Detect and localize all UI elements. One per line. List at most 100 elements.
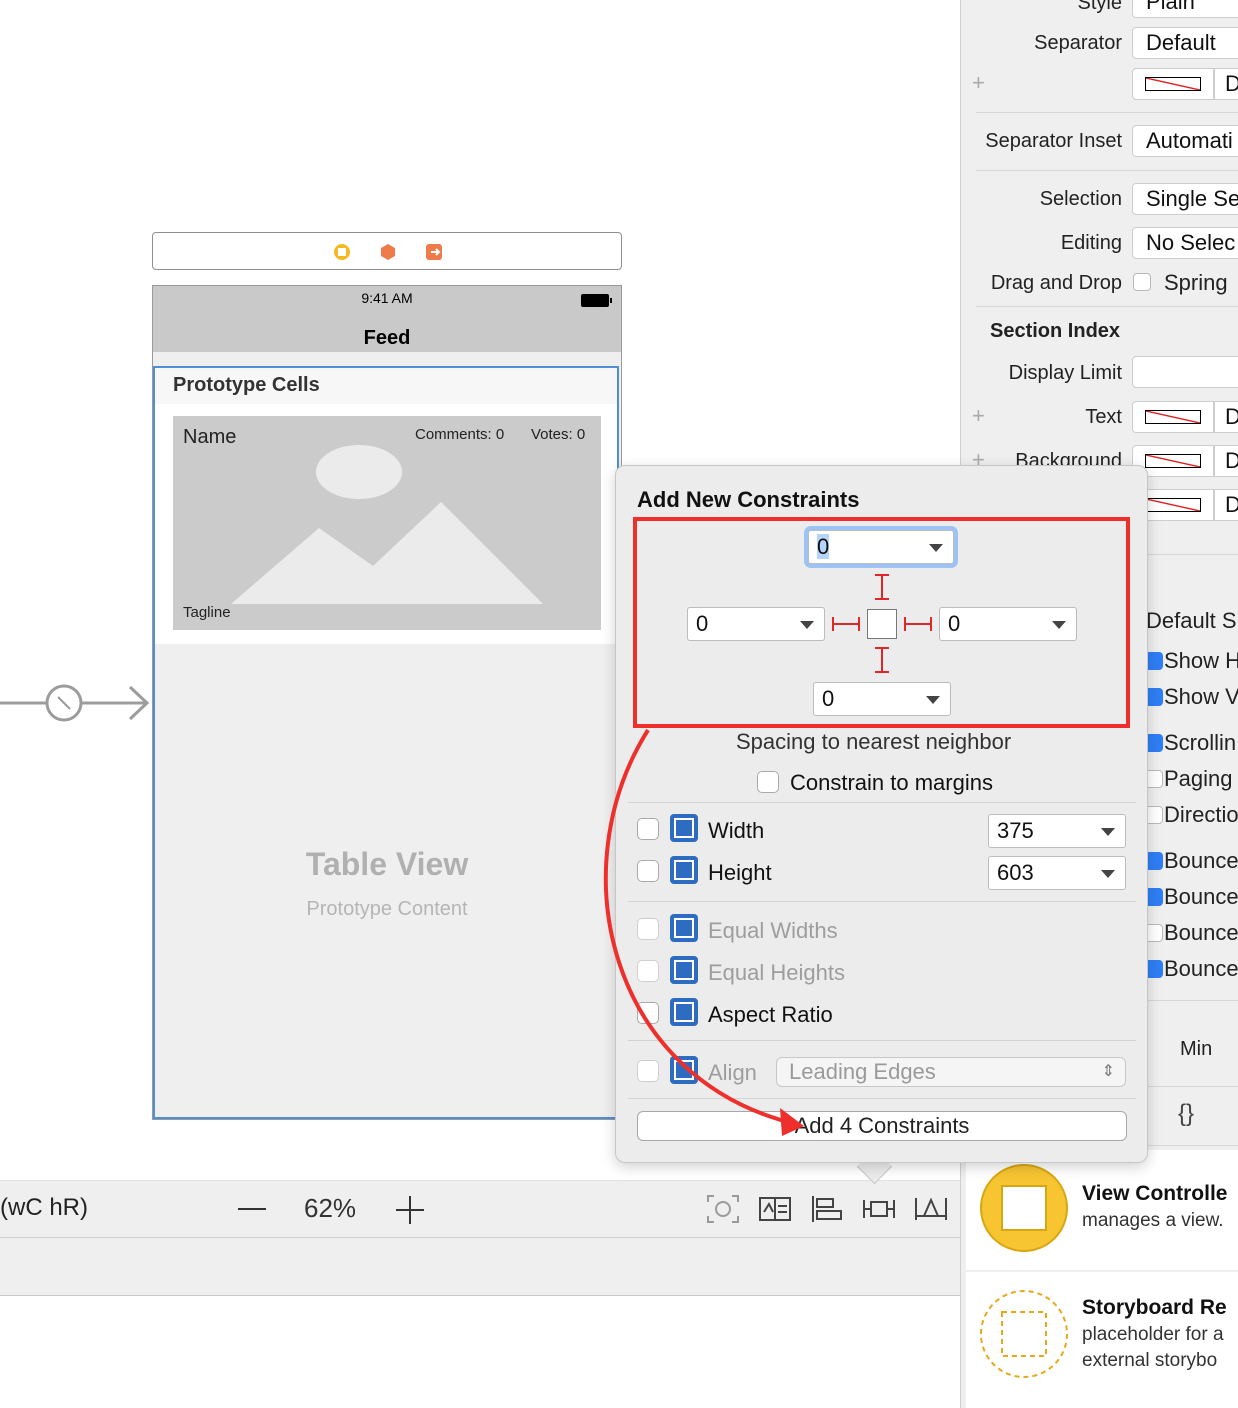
view-controller-icon[interactable] (333, 243, 351, 261)
popover-divider (628, 901, 1136, 902)
width-constraint-icon (670, 814, 698, 842)
bounce-label-1: Bounce (1164, 848, 1238, 873)
width-value-field[interactable]: 375 (988, 814, 1126, 848)
display-limit-label: Display Limit (1008, 362, 1122, 384)
spring-loaded-checkbox[interactable] (1133, 273, 1151, 291)
direction-label: Directio (1164, 802, 1238, 827)
background-color-swatch (1145, 454, 1201, 468)
annotation-highlight-box (633, 517, 1130, 728)
canvas-bottom-strip (0, 1238, 960, 1296)
spring-loaded-label: Spring (1164, 270, 1228, 295)
view-controller-library-icon (980, 1164, 1068, 1252)
stepper-chevrons-icon: ⇕ (1101, 1063, 1115, 1080)
zoom-in-button[interactable] (396, 1196, 424, 1224)
add-variation-icon[interactable]: + (972, 403, 985, 429)
popover-divider (628, 802, 1136, 803)
bounce-label-2: Bounce (1164, 884, 1238, 909)
table-view-selection[interactable] (153, 366, 619, 1119)
popover-title: Add New Constraints (637, 487, 860, 512)
height-checkbox[interactable] (637, 860, 659, 882)
indicator-style-value[interactable]: Default S (1146, 608, 1237, 634)
chevron-down-icon[interactable] (1101, 828, 1115, 836)
code-snippet-library-icon[interactable]: {} (1178, 1100, 1194, 1128)
battery-icon (581, 294, 612, 307)
text-color-label: Text (1085, 406, 1122, 428)
size-class-label[interactable]: (wC hR) (0, 1194, 88, 1222)
iphone-scene[interactable]: 9:41 AM Feed Prototype Cells Name Commen… (152, 285, 622, 1120)
status-bar: 9:41 AM Feed (153, 286, 621, 352)
zoom-level: 62% (304, 1193, 357, 1223)
separator-color-popup[interactable]: D (1214, 68, 1238, 100)
height-constraint-icon (670, 856, 698, 884)
height-label: Height (708, 860, 772, 885)
aspect-ratio-label: Aspect Ratio (708, 1002, 833, 1027)
equal-widths-icon (670, 914, 698, 942)
equal-widths-label: Equal Widths (708, 918, 838, 943)
drag-drop-label: Drag and Drop (990, 272, 1122, 294)
spacing-label: Spacing to nearest neighbor (736, 729, 1012, 754)
bounce-label-3: Bounce (1164, 920, 1238, 945)
width-value: 375 (997, 818, 1034, 843)
scene-dock (152, 232, 622, 270)
inspector-divider (976, 170, 1238, 171)
resolve-issues-icon[interactable] (914, 1194, 948, 1224)
width-label: Width (708, 818, 765, 843)
align-checkbox[interactable] (637, 1060, 659, 1082)
entry-point-arrow[interactable] (0, 680, 152, 726)
text-color-well[interactable] (1132, 401, 1214, 433)
extra-color-popup[interactable]: D (1214, 489, 1238, 521)
library-item-title: View Controlle (1082, 1182, 1228, 1205)
separator-inset-label: Separator Inset (985, 130, 1122, 152)
align-icon[interactable] (810, 1194, 844, 1224)
aspect-ratio-icon (670, 998, 698, 1026)
chevron-down-icon[interactable] (1101, 870, 1115, 878)
align-constraint-icon (670, 1056, 698, 1084)
library-item-desc: external storybo (1082, 1350, 1218, 1371)
zoom-out-button[interactable] (238, 1208, 266, 1210)
min-label: Min (1180, 1038, 1213, 1060)
inspector-divider (976, 112, 1238, 113)
show-h-label: Show H (1164, 648, 1238, 673)
separator-popup[interactable]: Default (1132, 27, 1238, 59)
exit-icon[interactable] (425, 243, 443, 261)
popover-divider (628, 1040, 1136, 1041)
nav-title: Feed (363, 327, 411, 349)
align-label: Align (708, 1060, 757, 1085)
bounce-label-4: Bounce (1164, 956, 1238, 981)
first-responder-icon[interactable] (379, 243, 397, 261)
height-value-field[interactable]: 603 (988, 856, 1126, 890)
text-color-popup[interactable]: D (1214, 401, 1238, 433)
height-value: 603 (997, 860, 1034, 885)
section-index-header: Section Index (990, 320, 1121, 342)
separator-inset-popup[interactable]: Automati (1132, 125, 1238, 157)
library-item-desc: manages a view. (1082, 1210, 1224, 1231)
text-color-swatch (1145, 410, 1201, 424)
background-color-popup[interactable]: D (1214, 445, 1238, 477)
separator-label: Separator (1034, 32, 1122, 54)
editing-popup[interactable]: No Selec (1132, 227, 1238, 259)
update-frames-icon[interactable] (706, 1194, 740, 1224)
style-popup[interactable]: Plain (1132, 0, 1238, 18)
add-variation-icon[interactable]: + (972, 70, 985, 96)
storyboard-reference-library-icon (980, 1290, 1068, 1378)
embed-in-stack-icon[interactable] (758, 1194, 792, 1224)
constrain-margins-label: Constrain to margins (790, 770, 993, 795)
add-constraints-button[interactable]: Add 4 Constraints (637, 1111, 1127, 1141)
equal-heights-checkbox[interactable] (637, 960, 659, 982)
align-select[interactable]: Leading Edges ⇕ (776, 1057, 1126, 1087)
selection-popup[interactable]: Single Se (1132, 183, 1238, 215)
width-checkbox[interactable] (637, 818, 659, 840)
align-select-value: Leading Edges (789, 1059, 936, 1084)
equal-heights-label: Equal Heights (708, 960, 845, 985)
equal-heights-icon (670, 956, 698, 984)
aspect-ratio-checkbox[interactable] (637, 1002, 659, 1024)
scrolling-label: Scrollin (1164, 730, 1237, 755)
separator-color-well[interactable] (1132, 68, 1214, 100)
equal-widths-checkbox[interactable] (637, 918, 659, 940)
add-constraints-icon[interactable] (862, 1194, 896, 1224)
extra-color-swatch (1145, 498, 1201, 512)
display-limit-field[interactable] (1132, 356, 1238, 388)
selection-label: Selection (1039, 188, 1122, 210)
constrain-margins-checkbox[interactable] (757, 771, 779, 793)
paging-label: Paging (1164, 766, 1233, 791)
